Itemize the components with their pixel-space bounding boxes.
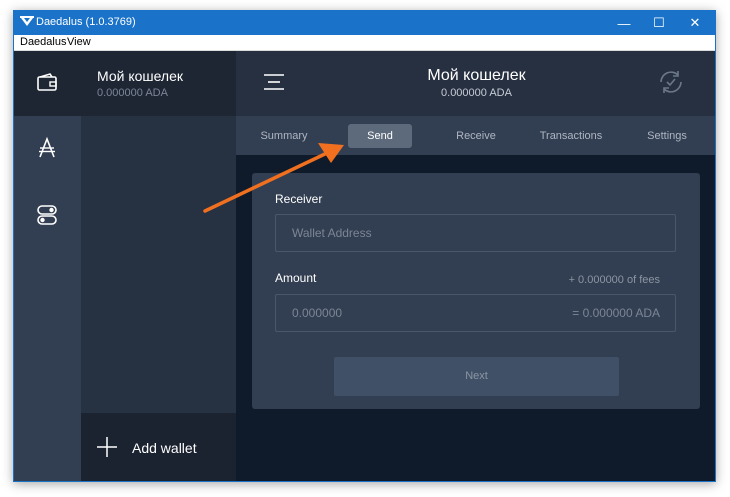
wallet-name: Мой кошелек xyxy=(427,67,526,84)
add-wallet-label: Add wallet xyxy=(132,440,197,456)
receiver-label: Receiver xyxy=(275,192,323,206)
wallet-list-item[interactable]: Мой кошелек 0.000000 ADA xyxy=(81,51,236,116)
wallet-list-item-balance: 0.000000 ADA xyxy=(97,87,168,99)
tab-receive[interactable]: Receive xyxy=(440,124,512,148)
main-panel: Мой кошелек 0.000000 ADA Summary Send Re… xyxy=(236,51,715,481)
amount-input[interactable]: 0.000000 = 0.000000 ADA xyxy=(275,294,676,332)
menu-daedalus[interactable]: Daedalus xyxy=(20,36,66,48)
wallet-list: Мой кошелек 0.000000 ADA Add wallet xyxy=(81,51,236,481)
title-bar: Daedalus (1.0.3769) — ☐ ✕ xyxy=(14,11,715,35)
fees-text: + 0.000000 of fees xyxy=(568,274,660,286)
maximize-button[interactable]: ☐ xyxy=(642,11,676,35)
tab-transactions[interactable]: Transactions xyxy=(529,124,613,148)
window-title: Daedalus (1.0.3769) xyxy=(36,16,136,28)
amount-total: = 0.000000 ADA xyxy=(572,306,660,320)
amount-label: Amount xyxy=(275,271,317,285)
send-form: Receiver Wallet Address Amount + 0.00000… xyxy=(252,173,700,409)
wallet-balance: 0.000000 ADA xyxy=(441,87,512,99)
daedalus-logo-icon xyxy=(20,16,34,26)
tab-settings[interactable]: Settings xyxy=(634,124,700,148)
receiver-placeholder: Wallet Address xyxy=(292,226,372,240)
tab-summary[interactable]: Summary xyxy=(248,124,320,148)
ada-icon[interactable] xyxy=(35,136,59,160)
wallet-header: Мой кошелек 0.000000 ADA xyxy=(236,51,715,116)
plus-icon xyxy=(97,437,117,457)
menu-bar: Daedalus View xyxy=(14,35,715,51)
minimize-button[interactable]: — xyxy=(607,11,641,35)
amount-placeholder: 0.000000 xyxy=(292,306,343,320)
next-button[interactable]: Next xyxy=(334,357,619,396)
receiver-input[interactable]: Wallet Address xyxy=(275,214,676,252)
wallet-list-item-name: Мой кошелек xyxy=(97,68,184,84)
sync-check-icon xyxy=(660,71,682,93)
tab-send[interactable]: Send xyxy=(348,124,412,148)
add-wallet-button[interactable]: Add wallet xyxy=(81,413,236,481)
wallet-tabs: Summary Send Receive Transactions Settin… xyxy=(236,116,715,155)
sidebar-rail xyxy=(14,51,81,481)
menu-view[interactable]: View xyxy=(67,36,91,48)
wallet-icon[interactable] xyxy=(35,71,59,95)
close-button[interactable]: ✕ xyxy=(678,11,712,35)
settings-toggle-icon[interactable] xyxy=(35,203,59,227)
app-window: Daedalus (1.0.3769) — ☐ ✕ Daedalus View xyxy=(13,10,716,482)
